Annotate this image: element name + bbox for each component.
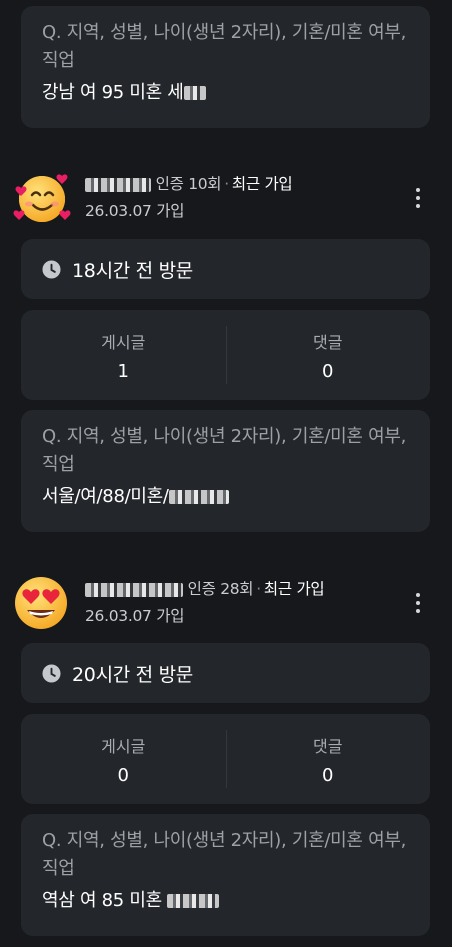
answer-text: 서울/여/88/미혼/ xyxy=(42,483,408,511)
posts-stat[interactable]: 게시글 0 xyxy=(21,714,226,804)
join-date: 26.03.07 가입 xyxy=(85,607,185,625)
last-visit: 20시간 전 방문 xyxy=(72,663,193,686)
redacted-nickname xyxy=(85,177,151,192)
stats-card: 게시글 1 댓글 0 xyxy=(21,310,430,400)
posts-count: 1 xyxy=(117,360,129,382)
posts-count: 0 xyxy=(117,764,129,786)
verify-count: 인증 10회 xyxy=(155,175,222,193)
comments-count: 0 xyxy=(322,360,334,382)
redacted-text xyxy=(167,894,220,908)
redacted-text xyxy=(168,490,229,504)
stats-card: 게시글 0 댓글 0 xyxy=(21,714,430,804)
comments-label: 댓글 xyxy=(313,332,343,352)
recent-join-label: 최근 가입 xyxy=(263,580,325,598)
member-header[interactable]: 인증 28회 · 최근 가입 26.03.07 가입 xyxy=(0,573,452,643)
comments-stat[interactable]: 댓글 0 xyxy=(225,714,431,804)
answer-text: 역삼 여 85 미혼 xyxy=(42,887,408,915)
heart-eyes-face-icon[interactable] xyxy=(13,573,71,631)
recent-join-label: 최근 가입 xyxy=(231,175,293,193)
posts-label: 게시글 xyxy=(101,332,146,352)
question-text: Q. 지역, 성별, 나이(생년 2자리), 기혼/미혼 여부, 직업 xyxy=(42,426,407,475)
comments-stat[interactable]: 댓글 0 xyxy=(225,310,431,400)
member-name-line: 인증 10회 · 최근 가입 xyxy=(85,172,293,194)
comments-count: 0 xyxy=(322,764,334,786)
redacted-text xyxy=(183,86,206,100)
verify-count: 인증 28회 xyxy=(187,580,254,598)
posts-stat[interactable]: 게시글 1 xyxy=(21,310,226,400)
comments-label: 댓글 xyxy=(313,736,343,756)
visit-card: 20시간 전 방문 xyxy=(21,643,430,703)
more-options-icon[interactable] xyxy=(408,591,428,615)
smiling-face-with-hearts-icon[interactable] xyxy=(13,168,71,226)
more-options-icon[interactable] xyxy=(408,186,428,210)
clock-icon xyxy=(42,259,61,279)
answer-card: Q. 지역, 성별, 나이(생년 2자리), 기혼/미혼 여부, 직업 서울/여… xyxy=(21,410,430,532)
intro-question: Q. 지역, 성별, 나이(생년 2자리), 기혼/미혼 여부, 직업 xyxy=(42,22,407,71)
answer-card: Q. 지역, 성별, 나이(생년 2자리), 기혼/미혼 여부, 직업 역삼 여… xyxy=(21,814,430,936)
posts-label: 게시글 xyxy=(101,736,146,756)
clock-icon xyxy=(42,663,61,683)
redacted-nickname xyxy=(85,582,183,597)
question-text: Q. 지역, 성별, 나이(생년 2자리), 기혼/미혼 여부, 직업 xyxy=(42,830,407,879)
last-visit: 18시간 전 방문 xyxy=(72,259,193,282)
member-header[interactable]: 인증 10회 · 최근 가입 26.03.07 가입 xyxy=(0,168,452,238)
intro-answer: 강남 여 95 미혼 세 xyxy=(42,79,408,107)
join-date: 26.03.07 가입 xyxy=(85,202,185,220)
member-list: Q. 지역, 성별, 나이(생년 2자리), 기혼/미혼 여부, 직업 강남 여… xyxy=(0,0,452,947)
intro-answer-card: Q. 지역, 성별, 나이(생년 2자리), 기혼/미혼 여부, 직업 강남 여… xyxy=(21,6,430,128)
member-name-line: 인증 28회 · 최근 가입 xyxy=(85,577,325,599)
visit-card: 18시간 전 방문 xyxy=(21,239,430,299)
